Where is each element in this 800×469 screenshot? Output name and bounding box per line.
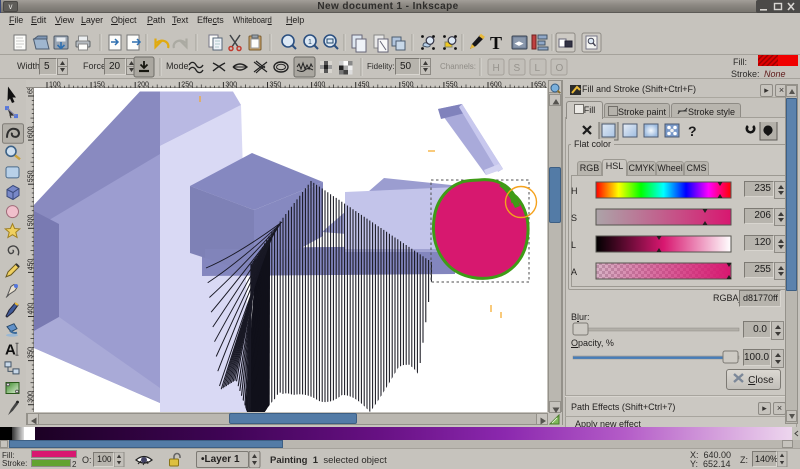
svg-text:S: S <box>514 63 521 74</box>
svg-text:O: O <box>556 63 564 74</box>
svg-text:S: S <box>571 213 577 223</box>
svg-text:L: L <box>571 240 576 250</box>
svg-text:T: T <box>490 33 502 53</box>
svg-text:1: 1 <box>308 39 312 46</box>
svg-text:H: H <box>571 186 578 196</box>
svg-text:A: A <box>5 341 16 358</box>
svg-text:?: ? <box>688 123 697 139</box>
svg-text:A: A <box>571 267 577 277</box>
svg-text:H: H <box>493 63 500 74</box>
svg-text:◂▸: ◂▸ <box>515 38 525 48</box>
svg-text:L: L <box>535 63 541 74</box>
